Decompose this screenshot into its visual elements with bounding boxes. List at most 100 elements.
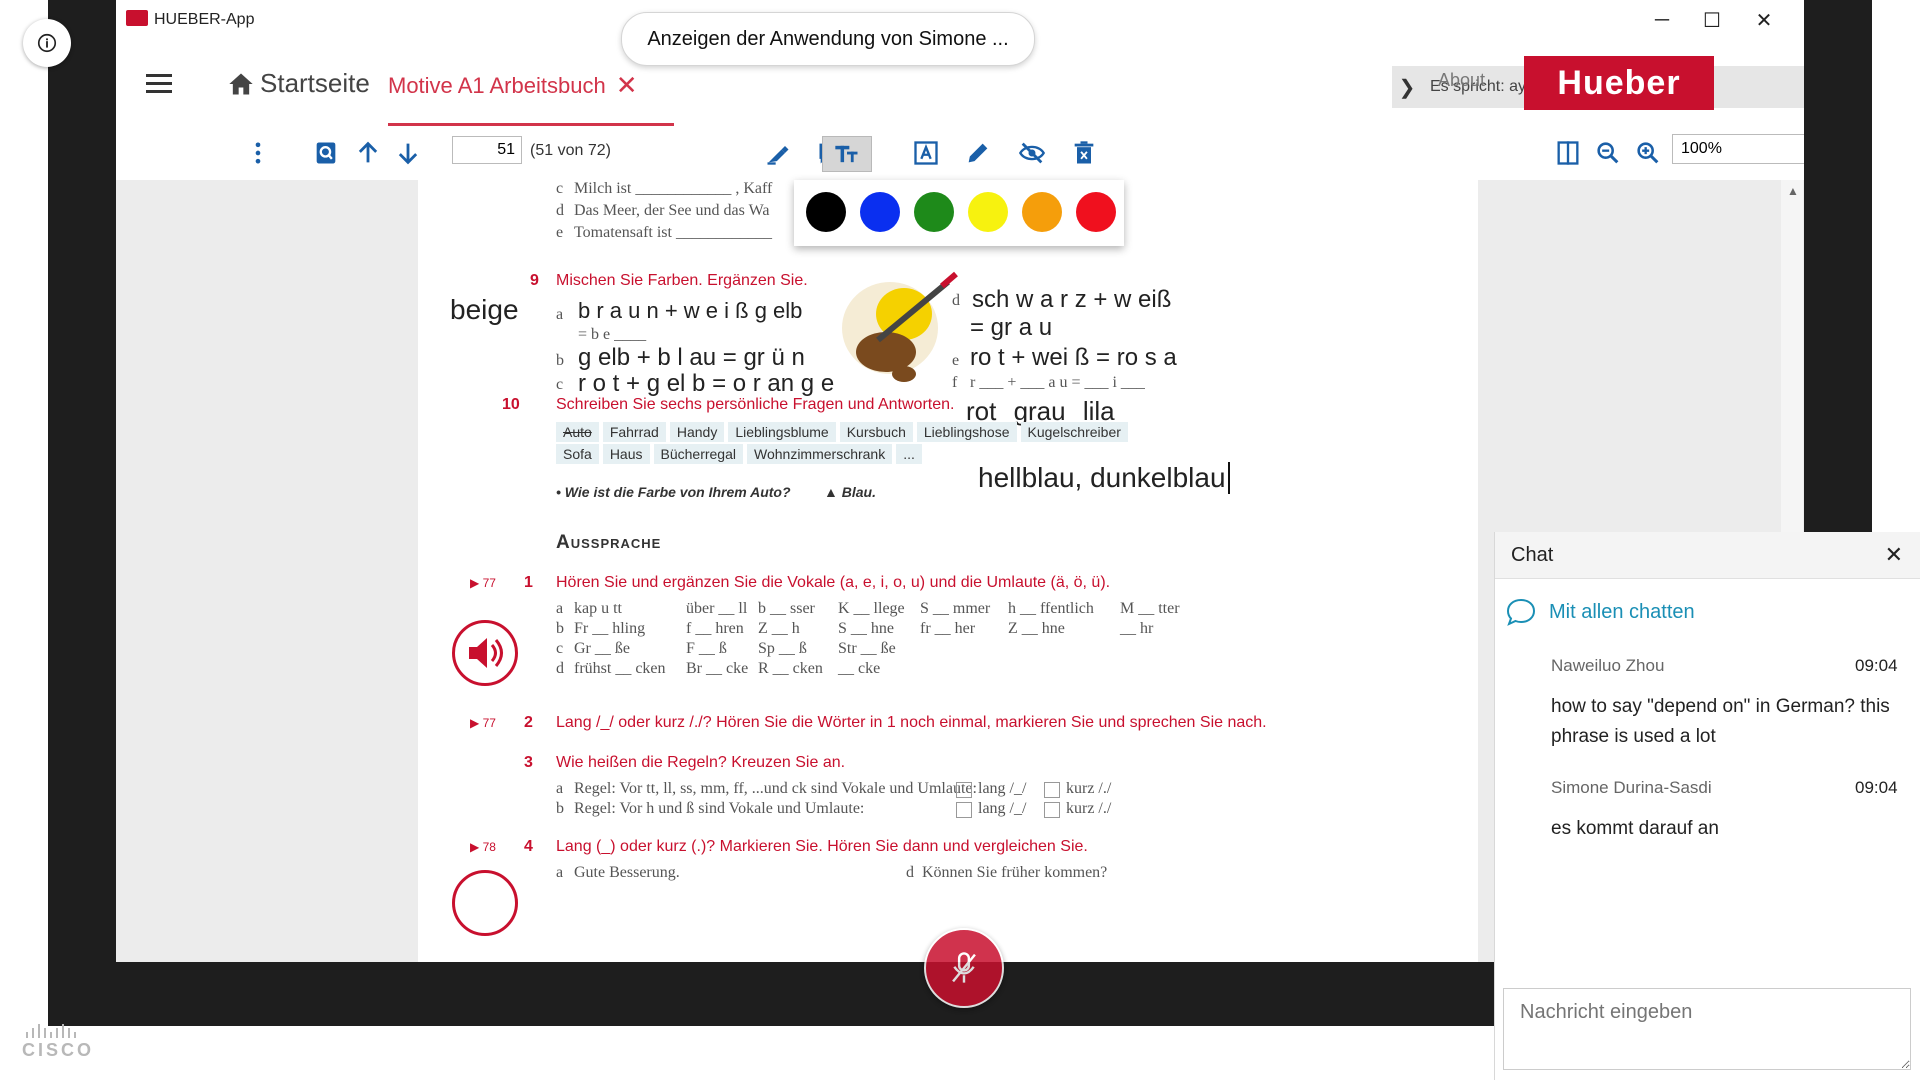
line-d-text: Das Meer, der See und das Wa	[574, 202, 770, 219]
audio-speaker-icon[interactable]	[452, 870, 518, 936]
checkbox-a-lang[interactable]	[956, 782, 972, 798]
arrow-down-icon[interactable]	[390, 136, 426, 170]
color-swatch-black[interactable]	[806, 192, 846, 232]
option-kurz-label: kurz /./	[1066, 780, 1112, 797]
color-swatch-orange[interactable]	[1022, 192, 1062, 232]
color-swatch-red[interactable]	[1076, 192, 1116, 232]
option-kurz-label: kurz /./	[1066, 800, 1112, 817]
task3-b-letter: b	[556, 800, 564, 817]
task1-track[interactable]: ▶ 77	[470, 576, 496, 590]
section-heading-aussprache: Aussprache	[556, 532, 662, 553]
line-d-letter: d	[556, 202, 564, 219]
word-chip: Lieblingsblume	[728, 422, 836, 442]
task1-cell: über __ ll	[686, 600, 748, 617]
search-page-icon[interactable]	[308, 136, 344, 170]
arrow-up-icon[interactable]	[350, 136, 386, 170]
task1-cell: __ cke	[838, 660, 881, 677]
task1-cell: Z __ h	[758, 620, 800, 637]
word-chip: Handy	[669, 422, 725, 442]
task1-cell: M __ tter	[1120, 600, 1180, 617]
task9-a-letter: a	[556, 306, 564, 323]
page-number-input[interactable]	[452, 136, 522, 164]
app-title: HUEBER-App	[154, 11, 255, 28]
task9-d-letter: d	[952, 292, 960, 309]
color-swatch-yellow[interactable]	[968, 192, 1008, 232]
task1-row-letter: c	[556, 640, 564, 657]
task4-number: 4	[524, 838, 533, 855]
chat-message-input[interactable]	[1503, 988, 1911, 1070]
message-time: 09:04	[1855, 656, 1898, 675]
cisco-logo: CISCO	[22, 1022, 102, 1062]
task9-d-text: sch w a r z + w eiß	[972, 286, 1172, 313]
highlighter-icon[interactable]	[760, 136, 796, 170]
task1-cell: f __ hren	[686, 620, 744, 637]
handwritten-beige: beige	[450, 294, 519, 325]
task4-track[interactable]: ▶ 78	[470, 840, 496, 854]
line-e-letter: e	[556, 224, 564, 241]
tab-motive-a1[interactable]: Motive A1 Arbeitsbuch ✕	[388, 70, 637, 101]
split-view-icon[interactable]	[1550, 136, 1586, 170]
hueber-logo: Hueber	[1524, 56, 1714, 110]
task4-a-text: Gute Besserung.	[574, 864, 680, 881]
task1-cell: Sp __ ß	[758, 640, 807, 657]
checkbox-a-kurz[interactable]	[1044, 782, 1060, 798]
task10-example-question: • Wie ist die Farbe von Ihrem Auto?	[556, 484, 791, 500]
task1-cell: fr __ her	[920, 620, 976, 637]
task9-a-result: = b e ____	[578, 326, 647, 343]
mute-microphone-button[interactable]	[924, 928, 1004, 1008]
maximize-button[interactable]: ☐	[1682, 4, 1742, 36]
zoom-input[interactable]	[1672, 134, 1804, 164]
typed-answer-textbox[interactable]: hellblau, dunkelblau	[978, 462, 1230, 494]
home-label: Startseite	[260, 68, 370, 98]
task1-cell: Fr __ hling	[574, 620, 646, 637]
delete-icon[interactable]	[1066, 136, 1102, 170]
word-chip: Wohnzimmerschrank	[747, 444, 893, 464]
task9-e-letter: e	[952, 352, 960, 369]
chat-all-recipients[interactable]: Mit allen chatten	[1505, 596, 1695, 628]
task10-number: 10	[502, 396, 520, 413]
message-time: 09:04	[1855, 778, 1898, 797]
task2-track[interactable]: ▶ 77	[470, 716, 496, 730]
task3-number: 3	[524, 754, 533, 771]
word-chip: Kursbuch	[839, 422, 913, 442]
audio-speaker-icon[interactable]	[452, 620, 518, 686]
menu-icon[interactable]	[146, 74, 172, 94]
paint-brush-illustration	[842, 271, 958, 382]
workbook-page: c Milch ist ____________ , Kaff d Das Me…	[418, 180, 1478, 962]
word-chip: Kugelschreiber	[1020, 422, 1128, 442]
close-chat-button[interactable]: ✕	[1885, 542, 1903, 568]
task9-title: Mischen Sie Farben. Ergänzen Sie.	[556, 272, 808, 289]
cisco-label: CISCO	[22, 1040, 95, 1060]
page-count: (51 von 72)	[530, 142, 611, 159]
color-swatch-green[interactable]	[914, 192, 954, 232]
checkbox-b-kurz[interactable]	[1044, 802, 1060, 818]
option-lang-label: lang /_/	[978, 780, 1027, 797]
checkbox-b-lang[interactable]	[956, 802, 972, 818]
chevron-right-icon[interactable]: ❯	[1392, 75, 1422, 100]
zoom-out-icon[interactable]	[1590, 136, 1626, 170]
more-vertical-icon[interactable]	[240, 136, 276, 170]
close-window-button[interactable]: ✕	[1734, 4, 1794, 36]
task10-title: Schreiben Sie sechs persönliche Fragen u…	[556, 396, 955, 413]
task3-b-text: Regel: Vor h und ß sind Vokale und Umlau…	[574, 800, 865, 817]
chat-all-label: Mit allen chatten	[1549, 600, 1695, 623]
info-button[interactable]	[23, 19, 71, 67]
hide-annotations-icon[interactable]	[1014, 136, 1050, 170]
home-link[interactable]: Startseite	[226, 68, 370, 99]
pencil-icon[interactable]	[960, 136, 996, 170]
chat-header: Chat ✕	[1495, 532, 1920, 579]
line-c-text: Milch ist ____________ , Kaff	[574, 180, 773, 197]
textbox-icon[interactable]	[908, 136, 944, 170]
share-banner: Anzeigen der Anwendung von Simone ...	[621, 12, 1035, 66]
chat-panel: Chat ✕ Mit allen chatten Naweiluo Zhou 0…	[1494, 532, 1920, 1080]
color-swatch-blue[interactable]	[860, 192, 900, 232]
about-link[interactable]: About	[1438, 70, 1485, 91]
scroll-up-icon[interactable]: ▲	[1787, 184, 1799, 198]
word-chip: Lieblingshose	[916, 422, 1017, 442]
close-tab-icon[interactable]: ✕	[616, 70, 638, 101]
task10-words-row2: Sofa Haus Bücherregal Wohnzimmerschrank...	[556, 444, 926, 464]
text-tool-icon[interactable]	[822, 136, 872, 172]
task1-cell: S __ mmer	[920, 600, 991, 617]
zoom-in-icon[interactable]	[1630, 136, 1666, 170]
task1-cell: Z __ hne	[1008, 620, 1065, 637]
